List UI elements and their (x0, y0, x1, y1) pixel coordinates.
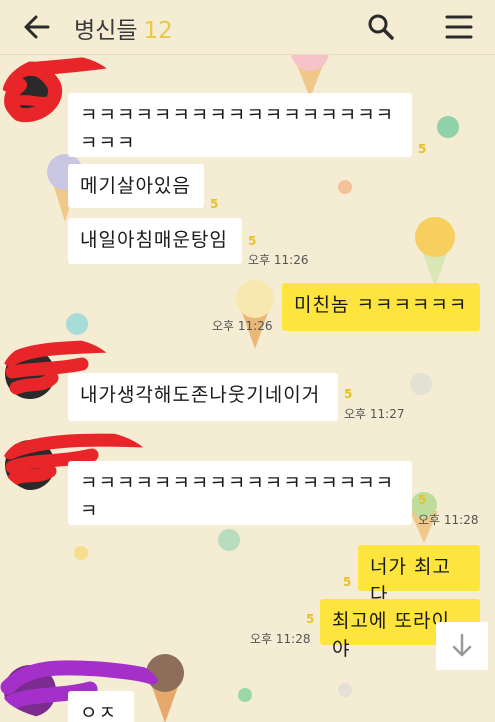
message-bubble[interactable]: 내일아침매운탕임 (68, 218, 242, 264)
my-message-bubble[interactable]: 너가 최고다 (358, 545, 480, 606)
message-time: 오후 11:28 (418, 513, 479, 527)
message-bubble[interactable]: 메기살아있음 (68, 164, 204, 208)
arrow-left-icon[interactable] (22, 12, 52, 42)
dot-decoration (437, 116, 459, 138)
dot-decoration (238, 688, 252, 702)
unread-count: 5 (248, 234, 257, 248)
message-bubble[interactable]: ㅇㅈ (68, 691, 134, 722)
dot-decoration (338, 180, 352, 194)
unread-count: 5 (306, 612, 315, 626)
ice-cream-decoration-icon (236, 280, 274, 349)
unread-count: 5 (418, 142, 427, 156)
scroll-to-bottom-button[interactable] (436, 622, 488, 670)
my-message-bubble[interactable]: 미친놈 ㅋㅋㅋㅋㅋㅋ (282, 283, 480, 331)
search-icon[interactable] (366, 12, 396, 42)
unread-count: 5 (343, 575, 352, 589)
dot-decoration (74, 546, 88, 560)
message-text-line: ㅋㅋㅋ (80, 132, 136, 154)
unread-count: 5 (418, 493, 427, 507)
message-time: 오후 11:26 (212, 319, 273, 333)
message-text-line: 내가생각해도존나웃기네이거 (80, 384, 321, 406)
message-text-line: 미친놈 ㅋㅋㅋㅋㅋㅋ (294, 294, 468, 316)
chat-message-list[interactable]: ㅋㅋㅋㅋㅋㅋㅋㅋㅋㅋㅋㅋㅋㅋㅋㅋㅋ ㅋㅋㅋ 5 메기살아있음 5 내일아침매운탕… (0, 55, 495, 722)
chat-room-name: 병신들 (74, 18, 138, 44)
arrow-down-icon (452, 633, 472, 657)
message-text-line: ㅋㅋㅋㅋㅋㅋㅋㅋㅋㅋㅋㅋㅋㅋㅋㅋㅋ (80, 104, 395, 126)
message-text-line: ㅇㅈ (80, 702, 117, 722)
dot-decoration (410, 373, 432, 395)
ice-cream-decoration-icon (415, 217, 455, 287)
message-text-line: 내일아침매운탕임 (80, 229, 228, 251)
dot-decoration (66, 313, 88, 335)
message-bubble[interactable]: ㅋㅋㅋㅋㅋㅋㅋㅋㅋㅋㅋㅋㅋㅋㅋㅋㅋ ㅋㅋㅋ (68, 93, 412, 157)
member-count: 12 (143, 18, 173, 44)
dot-decoration (338, 683, 352, 697)
message-bubble[interactable]: 내가생각해도존나웃기네이거 (68, 373, 338, 421)
message-time: 오후 11:27 (344, 407, 405, 421)
message-time: 오후 11:26 (248, 253, 309, 267)
message-time: 오후 11:28 (250, 632, 311, 646)
unread-count: 5 (344, 387, 353, 401)
unread-count: 5 (210, 197, 219, 211)
message-text-line: ㅋ (80, 500, 99, 522)
message-text-line: ㅋㅋㅋㅋㅋㅋㅋㅋㅋㅋㅋㅋㅋㅋㅋㅋㅋ (80, 472, 395, 494)
message-text-line: 메기살아있음 (80, 175, 191, 197)
chat-header: 병신들 12 (0, 0, 495, 55)
dot-decoration (218, 529, 240, 551)
hamburger-menu-icon[interactable] (444, 12, 474, 42)
chat-room-title: 병신들 12 (74, 11, 173, 45)
message-bubble[interactable]: ㅋㅋㅋㅋㅋㅋㅋㅋㅋㅋㅋㅋㅋㅋㅋㅋㅋ ㅋ (68, 461, 412, 525)
